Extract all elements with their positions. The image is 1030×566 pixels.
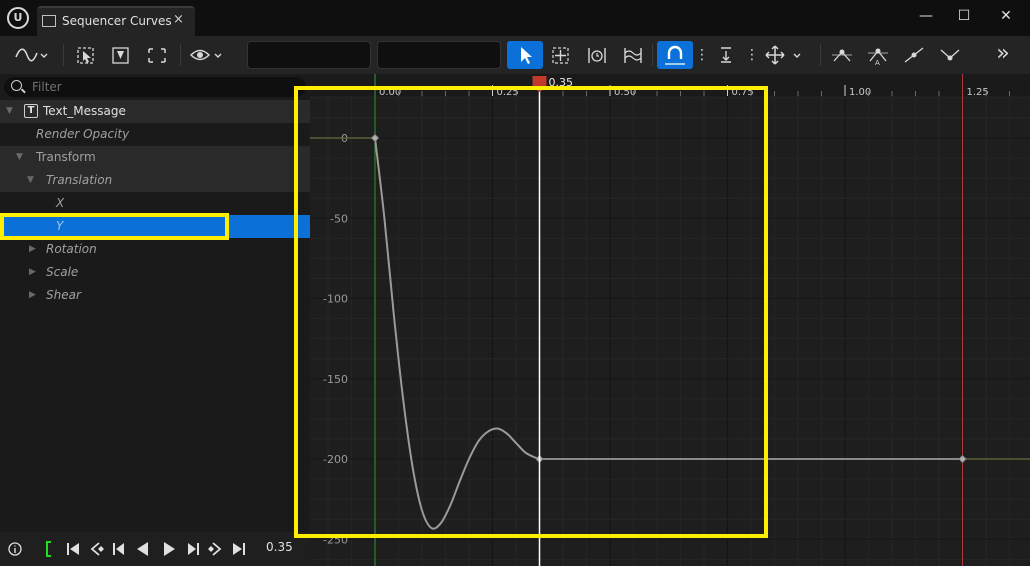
transform-tool-button[interactable] [547, 41, 575, 69]
time-tick-label: 1.25 [967, 87, 989, 98]
tab-label: Sequencer Curves [62, 14, 172, 28]
expand-arrow-icon[interactable]: ▼ [27, 169, 34, 192]
tree-item-shear[interactable]: ▶ Shear [0, 284, 310, 307]
tree-item-label: Render Opacity [36, 127, 130, 141]
multi-curve-icon [624, 48, 642, 63]
retime-tool-icon [588, 48, 606, 63]
step-back-button[interactable] [110, 539, 128, 559]
curve-editor-icon [42, 15, 56, 27]
tangent-break-icon [940, 49, 960, 61]
collapsed-arrow-icon[interactable]: ▶ [29, 238, 36, 261]
next-key-button[interactable] [206, 539, 224, 559]
toolbar-separator [180, 44, 181, 66]
jump-to-start-button[interactable] [64, 539, 82, 559]
tree-item-text-message[interactable]: ▼ T Text_Message [0, 100, 310, 123]
tree-item-label: X [56, 196, 65, 210]
select-tool-button[interactable] [507, 41, 543, 69]
filter-placeholder: Filter [32, 80, 62, 94]
playback-range-start-icon[interactable] [42, 539, 56, 559]
filter-search-box[interactable]: Filter [4, 77, 306, 97]
collapsed-arrow-icon[interactable]: ▶ [29, 284, 36, 307]
tree-item-rotation[interactable]: ▶ Rotation [0, 238, 310, 261]
search-icon [11, 80, 22, 91]
multi-scale-tool-button[interactable] [619, 41, 647, 69]
cursor-arrow-icon [521, 47, 532, 64]
text-widget-icon: T [24, 104, 38, 118]
tab-close-icon[interactable]: × [173, 12, 184, 27]
frame-all-icon [148, 48, 166, 63]
break-tangents-button[interactable] [936, 41, 964, 69]
tree-item-label: Translation [46, 173, 113, 187]
move-cross-icon [765, 45, 801, 65]
maximize-button[interactable]: ☐ [952, 6, 976, 26]
tree-item-x[interactable]: X [0, 192, 310, 215]
tangent-linear-icon [904, 47, 924, 63]
toolbar-separator [820, 44, 821, 66]
tree-item-label: Rotation [46, 242, 97, 256]
play-reverse-button[interactable] [134, 539, 152, 559]
flatten-tangents-button[interactable] [828, 41, 856, 69]
previous-key-button[interactable] [88, 539, 106, 559]
retime-tool-button[interactable] [583, 41, 611, 69]
frame-horizontal-icon [112, 47, 129, 64]
snapping-options-icon[interactable]: ⋮ [695, 41, 709, 69]
value-input[interactable] [377, 41, 501, 69]
toolbar: ⋮ ⋮ A » [0, 36, 1030, 74]
step-forward-button[interactable] [184, 539, 202, 559]
magnet-icon [665, 45, 685, 65]
axis-snapping-dropdown[interactable] [763, 41, 809, 69]
linear-tangents-button[interactable] [900, 41, 928, 69]
frame-all-button[interactable] [143, 41, 171, 69]
jump-to-end-button[interactable] [230, 539, 248, 559]
info-icon[interactable] [6, 539, 24, 559]
svg-text:A: A [875, 59, 880, 67]
keyframe [958, 454, 967, 464]
tree-item-label: Shear [46, 288, 81, 302]
frame-selection-icon [77, 47, 94, 64]
normalize-options-icon[interactable]: ⋮ [745, 41, 759, 69]
tree-selection-highlight-box [0, 213, 229, 240]
transform-tool-icon [552, 47, 569, 64]
tree-item-translation[interactable]: ▼ Translation [0, 169, 310, 192]
curve-view-mode-dropdown[interactable] [10, 41, 52, 69]
current-time-readout: 0.35 [266, 540, 293, 554]
eye-icon [189, 49, 222, 61]
tree-item-render-opacity[interactable]: Render Opacity [0, 123, 310, 146]
tree-item-transform[interactable]: ▼ Transform [0, 146, 310, 169]
curve-tree-panel: Filter ▼ T Text_Message Render Opacity ▼… [0, 74, 310, 532]
title-bar: U Sequencer Curves × — ☐ ✕ [0, 0, 1030, 36]
toolbar-overflow-button[interactable]: » [988, 41, 1018, 69]
tree-item-scale[interactable]: ▶ Scale [0, 261, 310, 284]
visibility-dropdown[interactable] [188, 41, 228, 69]
curve-mode-icon [15, 48, 48, 62]
vertical-align-icon [721, 47, 731, 63]
tangent-auto-icon: A [868, 48, 888, 67]
tangent-flat-icon [832, 49, 852, 62]
minimize-button[interactable]: — [914, 6, 938, 26]
expand-arrow-icon[interactable]: ▼ [6, 100, 13, 123]
tab-sequencer-curves[interactable]: Sequencer Curves × [37, 6, 195, 36]
toolbar-separator [652, 44, 653, 66]
collapsed-arrow-icon[interactable]: ▶ [29, 261, 36, 284]
tree-item-label: Transform [36, 150, 96, 164]
auto-tangents-button[interactable]: A [864, 41, 892, 69]
snapping-toggle[interactable] [657, 41, 693, 69]
play-button[interactable] [160, 539, 178, 559]
normalize-button[interactable] [713, 41, 741, 69]
unreal-logo-icon: U [7, 7, 29, 29]
close-window-button[interactable]: ✕ [994, 6, 1018, 26]
zoom-to-fit-button[interactable] [73, 41, 99, 69]
graph-highlight-box [294, 86, 768, 538]
frame-horizontal-button[interactable] [108, 41, 134, 69]
toolbar-separator [63, 44, 64, 66]
tree-item-label: Text_Message [43, 104, 126, 118]
time-input[interactable] [247, 41, 371, 69]
playback-bar: 0.35 [0, 532, 310, 566]
time-tick-label: 1.00 [849, 87, 871, 98]
tree-item-label: Scale [46, 265, 79, 279]
expand-arrow-icon[interactable]: ▼ [16, 146, 23, 169]
